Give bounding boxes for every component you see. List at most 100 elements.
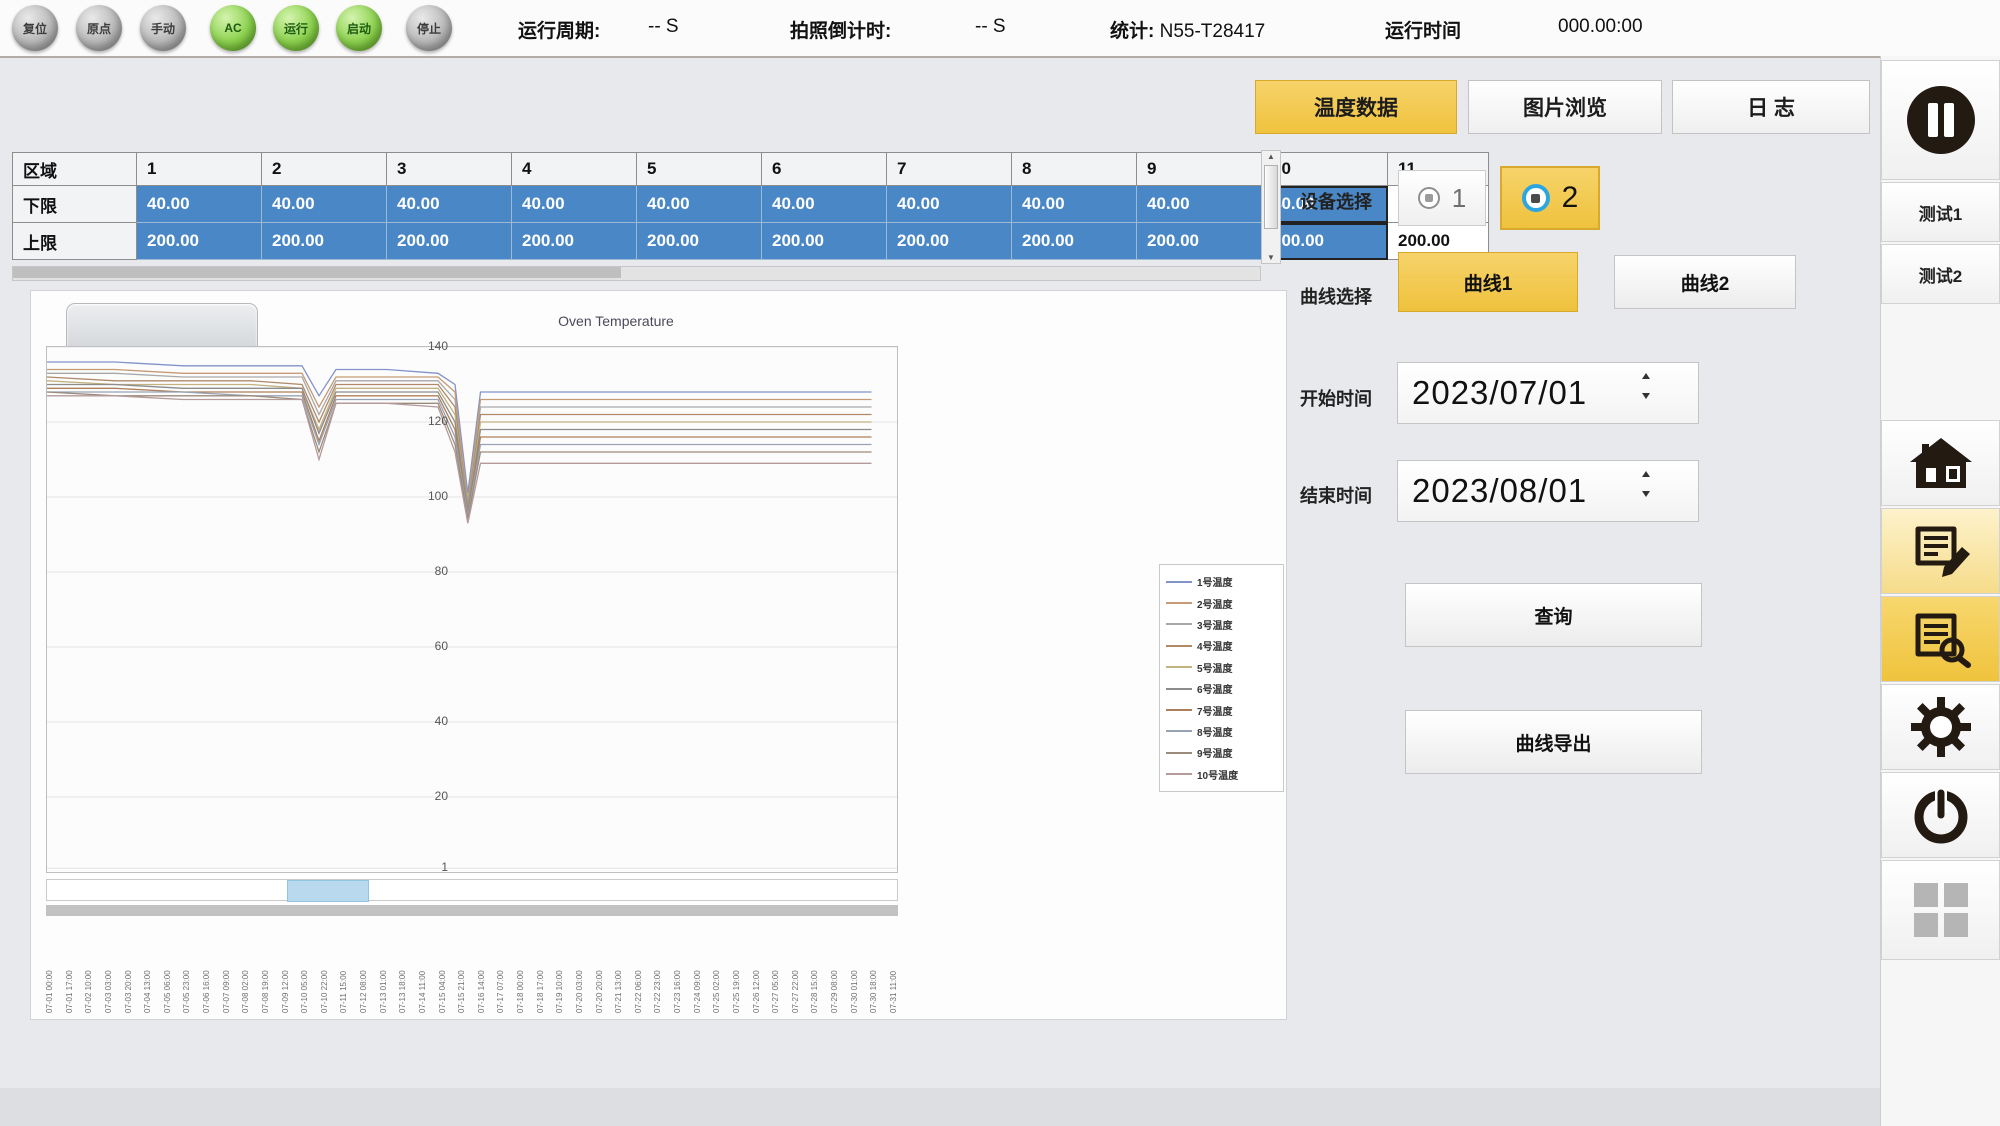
table-cell[interactable]: 40.00	[512, 186, 637, 223]
reset-button[interactable]: 复位	[12, 5, 58, 51]
curve-2-button[interactable]: 曲线2	[1614, 255, 1796, 309]
chart-range-scrollbar[interactable]	[46, 879, 898, 901]
query-button[interactable]: 查询	[1405, 583, 1702, 647]
stop-button[interactable]: 停止	[406, 5, 452, 51]
x-tick-label: 07-27 22:00	[792, 921, 800, 1013]
scroll-up-icon[interactable]: ▲	[1267, 152, 1275, 161]
table-cell[interactable]: 40.00	[262, 186, 387, 223]
table-horizontal-scrollbar[interactable]	[12, 266, 1261, 281]
legend-item: 9号温度	[1166, 745, 1277, 760]
table-cell[interactable]: 200.00	[387, 223, 512, 260]
edit-record-button[interactable]	[1881, 508, 2000, 594]
x-tick-label: 07-26 12:00	[753, 921, 761, 1013]
date-spinner[interactable]	[1642, 373, 1650, 399]
tab-label: 图片浏览	[1523, 92, 1607, 122]
spinner-up-icon[interactable]	[1642, 373, 1650, 379]
x-tick-label: 07-03 03:00	[105, 921, 113, 1013]
tab-image-browse[interactable]: 图片浏览	[1468, 80, 1662, 134]
run-cycle-label: 运行周期:	[518, 16, 600, 43]
legend-line-swatch	[1166, 623, 1192, 625]
table-cell[interactable]: 200.00	[262, 223, 387, 260]
ac-button[interactable]: AC	[210, 5, 256, 51]
end-date-input[interactable]: 2023/08/01	[1397, 460, 1699, 522]
test2-button[interactable]: 测试2	[1881, 244, 2000, 304]
x-axis-band	[46, 905, 898, 916]
test1-button[interactable]: 测试1	[1881, 182, 2000, 242]
run-button[interactable]: 运行	[273, 5, 319, 51]
device-2-radio[interactable]: 2	[1500, 166, 1600, 230]
x-tick-label: 07-29 08:00	[831, 921, 839, 1013]
scrollbar-thumb[interactable]	[1264, 165, 1278, 229]
pause-icon	[1904, 83, 1978, 157]
x-tick-label: 07-25 02:00	[713, 921, 721, 1013]
x-tick-label: 07-16 14:00	[478, 921, 486, 1013]
table-cell[interactable]: 200.00	[1012, 223, 1137, 260]
x-tick-label: 07-24 09:00	[694, 921, 702, 1013]
spinner-up-icon[interactable]	[1642, 471, 1650, 477]
table-cell[interactable]: 40.00	[387, 186, 512, 223]
button-label: 曲线1	[1464, 269, 1513, 296]
table-cell[interactable]: 40.00	[762, 186, 887, 223]
table-cell[interactable]: 40.00	[1137, 186, 1262, 223]
spinner-down-icon[interactable]	[1642, 491, 1650, 497]
series-line	[47, 385, 872, 513]
table-cell[interactable]: 40.00	[887, 186, 1012, 223]
start-date-input[interactable]: 2023/07/01	[1397, 362, 1699, 424]
legend-item: 7号温度	[1166, 703, 1277, 718]
table-cell[interactable]: 40.00	[137, 186, 262, 223]
stat-label: 统计: N55-T28417	[1110, 16, 1265, 43]
legend-line-swatch	[1166, 773, 1192, 775]
x-tick-label: 07-12 08:00	[360, 921, 368, 1013]
app-window: 复位 原点 手动 AC 运行 启动 停止 运行周期: -- S 拍照倒计时: -…	[0, 0, 2000, 1126]
radio-selected-icon	[1522, 184, 1550, 212]
legend-label: 2号温度	[1197, 596, 1233, 611]
date-spinner[interactable]	[1642, 471, 1650, 497]
origin-button[interactable]: 原点	[76, 5, 122, 51]
table-cell[interactable]: 200.00	[762, 223, 887, 260]
home-icon	[1908, 436, 1974, 490]
table-cell[interactable]: 200.00	[512, 223, 637, 260]
x-tick-label: 07-05 23:00	[183, 921, 191, 1013]
x-tick-label: 07-15 04:00	[439, 921, 447, 1013]
scroll-down-icon[interactable]: ▼	[1267, 253, 1275, 262]
run-time-value: 000.00:00	[1558, 16, 1643, 38]
temperature-plot[interactable]	[46, 346, 898, 873]
start-button[interactable]: 启动	[336, 5, 382, 51]
table-vertical-scrollbar[interactable]: ▲ ▼	[1261, 150, 1281, 264]
x-tick-label: 07-20 20:00	[596, 921, 604, 1013]
table-cell[interactable]: 40.00	[1012, 186, 1137, 223]
button-label: 测试1	[1919, 200, 1962, 225]
power-button[interactable]	[1881, 772, 2000, 858]
query-record-button[interactable]	[1881, 596, 2000, 682]
button-label: 运行	[284, 20, 308, 37]
table-cell[interactable]: 200.00	[637, 223, 762, 260]
spinner-down-icon[interactable]	[1642, 393, 1650, 399]
pause-button[interactable]	[1881, 60, 2000, 180]
x-tick-label: 07-25 19:00	[733, 921, 741, 1013]
legend-line-swatch	[1166, 709, 1192, 711]
photo-countdown-value: -- S	[975, 16, 1006, 38]
legend-label: 3号温度	[1197, 617, 1233, 632]
settings-button[interactable]	[1881, 684, 2000, 770]
table-cell[interactable]: 200.00	[1137, 223, 1262, 260]
tab-temperature-data[interactable]: 温度数据	[1255, 80, 1457, 134]
table-cell[interactable]: 200.00	[887, 223, 1012, 260]
scrollbar-thumb[interactable]	[13, 267, 621, 278]
y-tick-label: 60	[408, 639, 448, 653]
export-curve-button[interactable]: 曲线导出	[1405, 710, 1702, 774]
document-search-icon	[1910, 610, 1972, 668]
home-button[interactable]	[1881, 420, 2000, 506]
device-1-radio[interactable]: 1	[1398, 170, 1486, 226]
grid-menu-button[interactable]	[1881, 860, 2000, 960]
x-tick-label: 07-05 06:00	[164, 921, 172, 1013]
y-tick-label: 20	[408, 789, 448, 803]
legend-label: 4号温度	[1197, 638, 1233, 653]
button-label: 复位	[23, 20, 47, 37]
range-thumb[interactable]	[287, 880, 369, 902]
table-cell[interactable]: 40.00	[637, 186, 762, 223]
manual-button[interactable]: 手动	[140, 5, 186, 51]
curve-1-button[interactable]: 曲线1	[1398, 252, 1578, 312]
y-tick-label: 140	[408, 339, 448, 353]
tab-log[interactable]: 日 志	[1672, 80, 1870, 134]
table-cell[interactable]: 200.00	[137, 223, 262, 260]
